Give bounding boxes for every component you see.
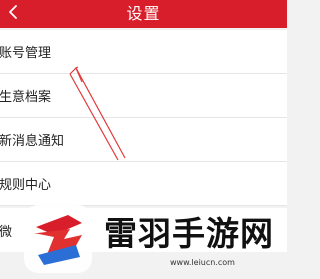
menu-item-rules-center[interactable]: 规则中心 (0, 162, 287, 206)
site-logo-icon (24, 205, 92, 273)
page-title: 设置 (126, 4, 161, 23)
watermark-title: 雷羽手游网 (104, 214, 274, 253)
nav-bar: 设置 (0, 0, 287, 28)
menu-item-label: 规则中心 (0, 178, 52, 193)
menu-item-label: 账号管理 (0, 46, 52, 61)
menu-item-label: 新消息通知 (0, 134, 65, 149)
menu-item-label: 生意档案 (0, 90, 52, 105)
menu-item-account-management[interactable]: 账号管理 (0, 30, 287, 74)
settings-menu: 账号管理 生意档案 新消息通知 规则中心 (0, 30, 287, 206)
watermark-url: www.leiucn.com (170, 258, 235, 267)
menu-item-label: 微 (0, 224, 13, 240)
menu-item-business-profile[interactable]: 生意档案 (0, 74, 287, 118)
watermark: 雷羽手游网 www.leiucn.com (20, 203, 287, 279)
menu-item-new-message-notification[interactable]: 新消息通知 (0, 118, 287, 162)
